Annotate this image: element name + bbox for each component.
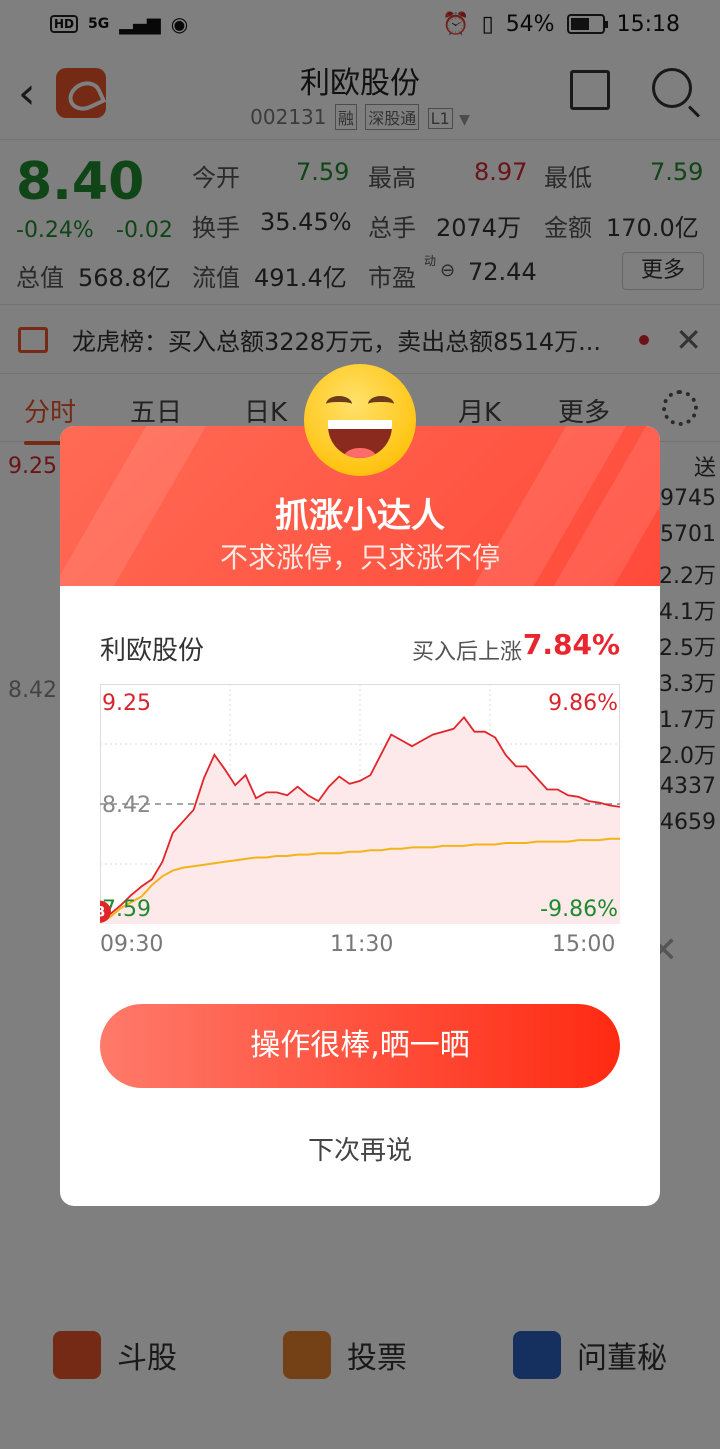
modal-title: 抓涨小达人 xyxy=(275,496,445,536)
x-label-close: 15:00 xyxy=(552,932,616,957)
y-mid: 8.42 xyxy=(102,793,151,818)
achievement-modal: 抓涨小达人 不求涨停，只求涨不停 利欧股份 买入后上涨 7.84% 9.25 9… xyxy=(60,426,660,1206)
emoji-eye xyxy=(326,396,352,412)
later-button[interactable]: 下次再说 xyxy=(60,1130,660,1167)
x-label-open: 09:30 xyxy=(100,932,164,957)
y-bottom-right: -9.86% xyxy=(540,897,618,922)
rise-value: 7.84% xyxy=(522,628,620,661)
rise-label: 买入后上涨 xyxy=(411,640,522,665)
emoji-mouth xyxy=(328,420,392,458)
y-top-right: 9.86% xyxy=(548,691,618,716)
modal-subtitle: 不求涨停，只求涨不停 xyxy=(219,541,500,574)
y-top-left: 9.25 xyxy=(102,691,151,716)
buy-marker-label: B xyxy=(100,905,105,921)
emoji-eye xyxy=(368,396,394,412)
intraday-chart: 9.25 9.86% 8.42 7.59 -9.86% B xyxy=(100,684,620,924)
laughing-emoji-icon xyxy=(304,364,416,476)
card-stock-name: 利欧股份 xyxy=(100,636,205,666)
x-label-noon: 11:30 xyxy=(330,932,394,957)
share-button[interactable]: 操作很棒,晒一晒 xyxy=(100,1004,620,1088)
price-area-fill xyxy=(100,717,620,924)
